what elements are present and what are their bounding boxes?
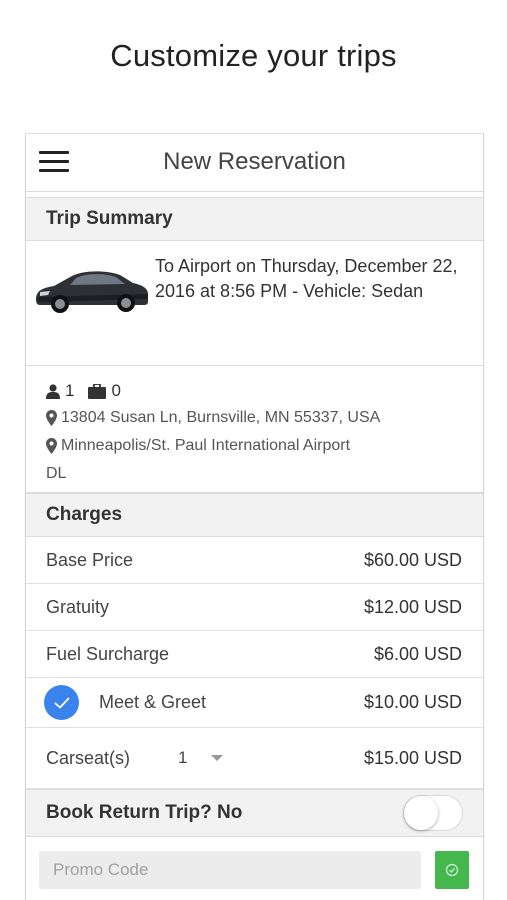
pickup-line: 13804 Susan Ln, Burnsville, MN 55337, US…	[46, 404, 483, 432]
return-trip-toggle[interactable]	[403, 795, 463, 831]
charge-row-fuel-surcharge: Fuel Surcharge $6.00 USD	[26, 631, 483, 678]
return-trip-label: Book Return Trip? No	[46, 802, 243, 823]
reservation-screen: New Reservation Trip Summary To Airport …	[25, 133, 484, 900]
carseat-option: Carseat(s) 1	[46, 747, 224, 769]
passenger-count: 1	[65, 381, 75, 400]
trip-description: To Airport on Thursday, December 22, 201…	[155, 256, 458, 301]
charge-amount: $10.00 USD	[363, 692, 462, 712]
charge-label: Gratuity	[46, 596, 110, 617]
promo-row	[26, 837, 483, 897]
dropoff-line: Minneapolis/St. Paul International Airpo…	[46, 432, 483, 460]
check-circle-icon	[445, 863, 459, 877]
meet-greet-checkbox[interactable]	[44, 685, 79, 720]
map-pin-icon	[46, 438, 57, 454]
toggle-knob	[404, 796, 438, 830]
charge-amount: $15.00 USD	[363, 747, 462, 768]
charge-row-meet-greet: Meet & Greet $10.00 USD	[26, 678, 483, 728]
charge-amount: $6.00 USD	[373, 643, 462, 664]
carseat-quantity-select[interactable]: 1	[178, 748, 224, 768]
trip-counts: 1 0	[46, 378, 483, 404]
promo-code-input[interactable]	[39, 851, 421, 889]
trip-summary-header: Trip Summary	[26, 197, 483, 241]
carseat-quantity-value: 1	[178, 748, 188, 767]
briefcase-icon	[88, 383, 107, 399]
charge-amount: $12.00 USD	[363, 596, 462, 617]
dropoff-address: Minneapolis/St. Paul International Airpo…	[61, 437, 351, 454]
charge-label: Carseat(s)	[46, 747, 131, 768]
page-headline: Customize your trips	[110, 38, 397, 73]
map-pin-icon	[46, 410, 57, 426]
charge-row-carseat: Carseat(s) 1 $15.00 USD	[26, 728, 483, 789]
checkmark-icon	[54, 697, 69, 708]
charges-header: Charges	[26, 493, 483, 537]
navbar: New Reservation	[26, 134, 483, 192]
trip-details: 1 0 13804 Susan Ln, Burnsville, MN 55337…	[26, 366, 483, 493]
charge-label: Fuel Surcharge	[46, 643, 170, 664]
passenger-icon	[46, 383, 60, 399]
luggage-count: 0	[111, 381, 121, 400]
charge-label: Meet & Greet	[99, 692, 207, 712]
trip-summary-block: To Airport on Thursday, December 22, 201…	[26, 241, 483, 366]
meet-greet-option: Meet & Greet	[44, 685, 207, 720]
airline-line: DL	[46, 460, 483, 488]
charge-label: Base Price	[46, 549, 134, 570]
charge-amount: $60.00 USD	[363, 549, 462, 570]
charge-row-base-price: Base Price $60.00 USD	[26, 537, 483, 584]
reservation-content: Trip Summary To Airport on Thursday, Dec…	[26, 197, 483, 897]
return-trip-row: Book Return Trip? No	[26, 789, 483, 837]
sedan-car-image	[36, 271, 148, 313]
chevron-down-icon	[211, 755, 224, 761]
charge-row-gratuity: Gratuity $12.00 USD	[26, 584, 483, 631]
nav-title: New Reservation	[163, 148, 346, 175]
pickup-address: 13804 Susan Ln, Burnsville, MN 55337, US…	[61, 409, 381, 426]
airline-code: DL	[46, 465, 67, 482]
apply-promo-button[interactable]	[435, 851, 469, 889]
